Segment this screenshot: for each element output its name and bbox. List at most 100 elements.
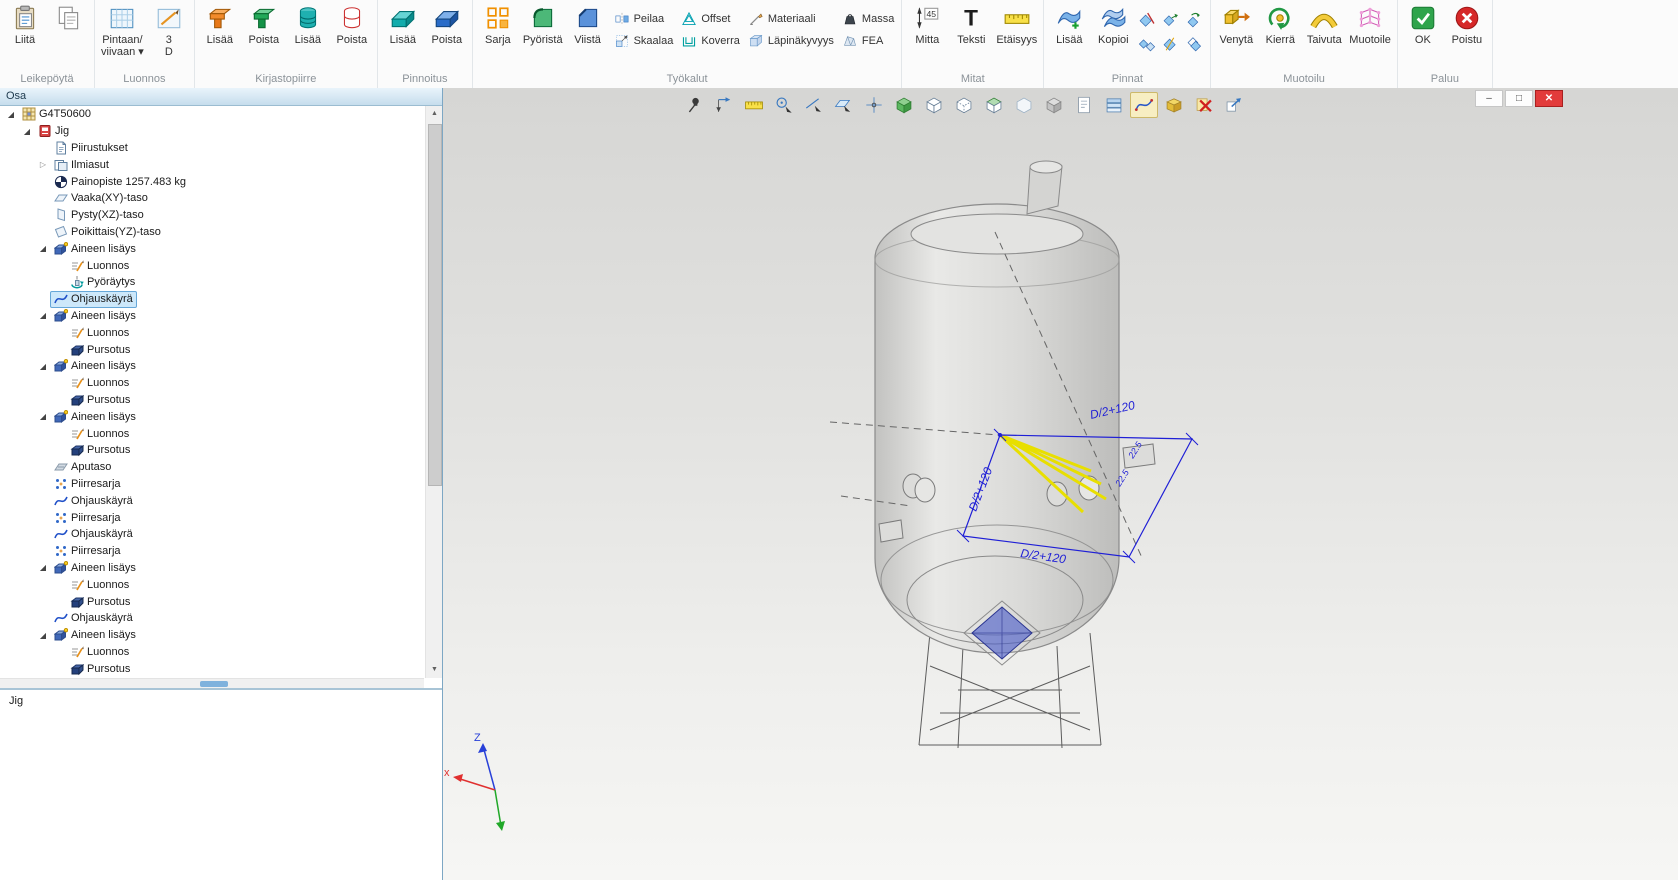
viewport-tool-snap-center[interactable] [770, 92, 798, 118]
viewport-tool-view-wire1[interactable] [920, 92, 948, 118]
viewport-tool-snap-plane[interactable] [830, 92, 858, 118]
viewport-tool-curve-mode[interactable] [1130, 92, 1158, 118]
tree-item-ohjauskayra[interactable]: Ohjauskäyrä [0, 610, 424, 627]
3d-scene[interactable]: D/2+120 D/2+120 D/2+120 22.5 22.5 Z x [443, 88, 1678, 880]
viewport-tool-delete[interactable] [1190, 92, 1218, 118]
ribbon-button-etaisyys[interactable]: Etäisyys [994, 3, 1039, 47]
tree-item-body[interactable]: Pysty(XZ)-taso [50, 207, 148, 224]
ribbon-button-skaalaa[interactable]: Skaalaa [611, 30, 677, 52]
tree-expanded-icon[interactable]: ◢ [36, 631, 50, 640]
tree-item-luonnos[interactable]: Luonnos [0, 644, 424, 661]
tree-item-body[interactable]: Ohjauskäyrä [50, 526, 137, 543]
tree-item-vaaka-xy-taso[interactable]: Vaaka(XY)-taso [0, 190, 424, 207]
tree-expanded-icon[interactable]: ◢ [36, 563, 50, 572]
tree-item-ohjauskayra[interactable]: Ohjauskäyrä [0, 492, 424, 509]
tree-item-body[interactable]: Ohjauskäyrä [50, 492, 137, 509]
tree-item-body[interactable]: Piirresarja [50, 475, 125, 492]
tree-item-body[interactable]: Aineen lisäys [50, 627, 140, 644]
tree-item-luonnos[interactable]: Luonnos [0, 324, 424, 341]
ribbon-button-3-d[interactable]: 3 D [148, 3, 190, 59]
tree-item-pursotus[interactable]: Pursotus [0, 442, 424, 459]
tree-item-luonnos[interactable]: Luonnos [0, 425, 424, 442]
tree-item-poikittais-yz-taso[interactable]: Poikittais(YZ)-taso [0, 224, 424, 241]
ribbon-button-massa[interactable]: Massa [839, 8, 897, 30]
tree-item-aputaso[interactable]: Aputaso [0, 459, 424, 476]
tree-item-body[interactable]: G4T50600 [18, 106, 95, 123]
tree-expanded-icon[interactable]: ◢ [36, 412, 50, 421]
tree-item-body[interactable]: Pyöräytys [66, 274, 139, 291]
ribbon-button-sarja[interactable]: Sarja [477, 3, 519, 47]
ribbon-button-pintaan-viivaan[interactable]: Pintaan/ viivaan ▾ [99, 3, 146, 59]
tree-item-piirresarja[interactable]: Piirresarja [0, 476, 424, 493]
viewport-tool-measure[interactable] [740, 92, 768, 118]
tree-vertical-scrollbar[interactable]: ▲ ▼ [425, 106, 442, 678]
ribbon-button-teksti[interactable]: TTeksti [950, 3, 992, 47]
minimize-button[interactable]: – [1475, 90, 1503, 107]
viewport-tool-snap-point[interactable] [860, 92, 888, 118]
ribbon-button-venyta[interactable]: Venytä [1215, 3, 1257, 47]
tree-item-body[interactable]: Painopiste 1257.483 kg [50, 173, 190, 190]
3d-viewport[interactable]: D/2+120 D/2+120 D/2+120 22.5 22.5 Z x –□… [443, 88, 1678, 880]
tree-item-body[interactable]: Aineen lisäys [50, 559, 140, 576]
tree-item-ilmiasut[interactable]: ▷Ilmiasut [0, 156, 424, 173]
ribbon-button-liita[interactable]: Liitä [4, 3, 46, 47]
tree-item-aineen-lisays[interactable]: ◢Aineen lisäys [0, 627, 424, 644]
tree-item-pursotus[interactable]: Pursotus [0, 392, 424, 409]
ribbon-button-surface-join[interactable] [1136, 33, 1158, 55]
tree-expanded-icon[interactable]: ◢ [20, 127, 34, 136]
ribbon-button-peilaa[interactable]: Peilaa [611, 8, 677, 30]
viewport-tool-snap-line[interactable] [800, 92, 828, 118]
ribbon-button-koverra[interactable]: Koverra [678, 30, 743, 52]
viewport-tool-notes[interactable] [1070, 92, 1098, 118]
viewport-tool-view-hidden[interactable] [1010, 92, 1038, 118]
viewport-tool-view-edges[interactable] [980, 92, 1008, 118]
tree-item-aineen-lisays[interactable]: ◢Aineen lisäys [0, 358, 424, 375]
tree-expanded-icon[interactable]: ◢ [36, 362, 50, 371]
tree-item-aineen-lisays[interactable]: ◢Aineen lisäys [0, 240, 424, 257]
ribbon-button-poistu[interactable]: Poistu [1446, 3, 1488, 47]
tree-item-ohjauskayra[interactable]: Ohjauskäyrä [0, 291, 424, 308]
ribbon-button-kopioi[interactable]: Kopioi [1092, 3, 1134, 47]
ribbon-button-lisaa[interactable]: Lisää [1048, 3, 1090, 47]
tree-item-body[interactable]: Aineen lisäys [50, 307, 140, 324]
tree-item-body[interactable]: Luonnos [66, 324, 133, 341]
ribbon-button-lisaa[interactable]: Lisää [382, 3, 424, 47]
ribbon-button-ok[interactable]: OK [1402, 3, 1444, 47]
tree-item-aineen-lisays[interactable]: ◢Aineen lisäys [0, 408, 424, 425]
tree-item-luonnos[interactable]: Luonnos [0, 375, 424, 392]
ribbon-button-surface-split[interactable] [1160, 33, 1182, 55]
ribbon-button-kierra[interactable]: Kierrä [1259, 3, 1301, 47]
ribbon-button-copy[interactable] [48, 3, 90, 33]
tree-item-body[interactable]: Piirresarja [50, 543, 125, 560]
tree-item-body[interactable]: Pursotus [66, 341, 134, 358]
ribbon-button-lisaa[interactable]: Lisää [287, 3, 329, 47]
tree-item-pursotus[interactable]: Pursotus [0, 341, 424, 358]
tree-item-body[interactable]: Pursotus [66, 442, 134, 459]
tree-item-body[interactable]: Aineen lisäys [50, 408, 140, 425]
ribbon-button-lapinakyvyys[interactable]: Läpinäkyvyys [745, 30, 837, 52]
maximize-button[interactable]: □ [1505, 90, 1533, 107]
ribbon-button-taivuta[interactable]: Taivuta [1303, 3, 1345, 47]
tree-item-body[interactable]: Luonnos [66, 375, 133, 392]
tree-item-luonnos[interactable]: Luonnos [0, 576, 424, 593]
close-button[interactable]: ✕ [1535, 90, 1563, 107]
tree-expanded-icon[interactable]: ◢ [36, 311, 50, 320]
scrollbar-thumb[interactable] [200, 681, 228, 687]
tree-item-body[interactable]: Aputaso [50, 459, 115, 476]
tree-item-aineen-lisays[interactable]: ◢Aineen lisäys [0, 560, 424, 577]
ribbon-button-surface-flip[interactable] [1184, 9, 1206, 31]
viewport-tool-dimension-insert[interactable] [710, 92, 738, 118]
ribbon-button-fea[interactable]: FEA [839, 30, 897, 52]
ribbon-button-poista[interactable]: Poista [243, 3, 285, 47]
ribbon-button-surface-trim[interactable] [1136, 9, 1158, 31]
tree-item-body[interactable]: Jig [34, 123, 73, 140]
tree-item-luonnos[interactable]: Luonnos [0, 257, 424, 274]
scrollbar-thumb[interactable] [428, 124, 442, 486]
viewport-tool-view-solid[interactable] [890, 92, 918, 118]
tree-item-piirustukset[interactable]: Piirustukset [0, 140, 424, 157]
tree-expanded-icon[interactable]: ◢ [4, 110, 18, 119]
ribbon-button-poista[interactable]: Poista [331, 3, 373, 47]
tree-item-body[interactable]: Ilmiasut [50, 156, 113, 173]
tree-item-selected[interactable]: Ohjauskäyrä [50, 291, 137, 308]
ribbon-button-mitta[interactable]: 45Mitta [906, 3, 948, 47]
